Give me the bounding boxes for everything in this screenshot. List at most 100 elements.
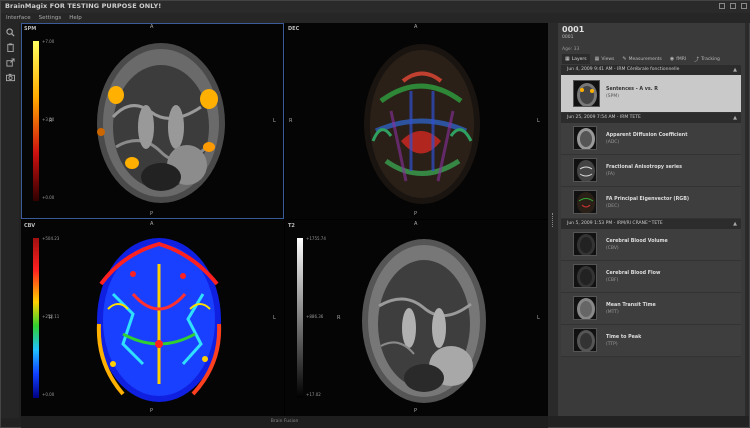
layer-abbr: (MTT) [606, 310, 619, 315]
orientation-right: L [273, 315, 276, 321]
zoom-icon[interactable] [4, 26, 16, 38]
color-scale-bar [33, 41, 39, 201]
session-header[interactable]: Jun 25, 2009 7:54 AM - IRM TETE ▲ [561, 113, 741, 123]
color-scale: +504.23 +252.11 +0.00 [33, 236, 59, 398]
layers-panel: 0001 0001 Age: 33 ▦ Layers ▦ Views ✎ Mea… [558, 23, 745, 416]
orientation-top: A [150, 24, 154, 30]
app-title: BrainMagix FOR TESTING PURPOSE ONLY! [5, 2, 162, 10]
session-label: Jun 5, 2009 1:53 PM - IRM/RI CRANE^TETE [567, 221, 663, 226]
layer-row[interactable]: Sentences - A vs. R (SPM) [561, 75, 741, 113]
menu-bar: Interface Settings Help [1, 13, 750, 23]
layer-abbr: (TTP) [606, 342, 618, 347]
orientation-right: L [537, 315, 540, 321]
panel-tabs: ▦ Layers ▦ Views ✎ Measurements ◉ fMRI ⤴… [562, 54, 742, 64]
layer-row[interactable]: Cerebral Blood Volume (CBV) [561, 229, 741, 261]
layer-abbr: (DEC) [606, 204, 619, 209]
tab-fmri[interactable]: ◉ fMRI [667, 54, 689, 64]
layer-thumbnail [573, 328, 597, 352]
session-header[interactable]: Jun 4, 2009 9:41 AM - IRM Cérébrale fonc… [561, 65, 741, 75]
tab-tracking[interactable]: ⤴ Tracking [691, 54, 723, 64]
tab-views[interactable]: ▦ Views [592, 54, 618, 64]
viewport-dec[interactable]: DEC A P R L [285, 23, 548, 219]
layer-thumbnail [573, 232, 597, 256]
layer-thumbnail [573, 126, 597, 150]
orientation-left: R [49, 118, 53, 124]
camera-icon[interactable] [4, 71, 16, 83]
tab-label: fMRI [676, 56, 687, 62]
session-label: Jun 4, 2009 9:41 AM - IRM Cérébrale fonc… [567, 67, 680, 72]
status-bar: Brain Fusion [21, 416, 548, 428]
patient-age: Age: 33 [562, 47, 580, 52]
patient-sub: 0001 [562, 35, 574, 40]
splitter-grip[interactable] [552, 213, 554, 227]
orientation-right: L [537, 118, 540, 124]
scale-max: +504.23 [42, 236, 60, 241]
color-scale-bar [297, 238, 303, 398]
tab-label: Tracking [701, 56, 720, 62]
layer-name: Cerebral Blood Flow [606, 271, 661, 276]
clipboard-icon[interactable] [4, 41, 16, 53]
scale-min: +0.00 [42, 392, 55, 397]
tab-measurements[interactable]: ✎ Measurements [619, 54, 664, 64]
orientation-bottom: P [150, 211, 154, 217]
layer-row[interactable]: Cerebral Blood Flow (CBF) [561, 261, 741, 293]
measure-icon: ✎ [622, 56, 627, 62]
export-icon[interactable] [4, 56, 16, 68]
tracking-icon: ⤴ [694, 56, 700, 63]
orientation-top: A [150, 221, 154, 227]
layer-abbr: (ADC) [606, 140, 620, 145]
scale-max: +1755.74 [306, 236, 326, 241]
chevron-up-icon: ▲ [733, 221, 737, 227]
layer-name: Cerebral Blood Volume [606, 239, 668, 244]
scale-min: +17.02 [306, 392, 321, 397]
viewport-label: T2 [288, 223, 295, 229]
tab-layers[interactable]: ▦ Layers [562, 54, 590, 64]
layer-row[interactable]: Mean Transit Time (MTT) [561, 293, 741, 325]
orientation-bottom: P [414, 408, 418, 414]
app-window: BrainMagix FOR TESTING PURPOSE ONLY! Int… [0, 0, 750, 428]
layer-row[interactable]: Time to Peak (TTP) [561, 325, 741, 357]
patient-id: 0001 [562, 25, 585, 34]
close-button[interactable] [741, 3, 747, 9]
layers-icon: ▦ [565, 56, 570, 62]
window-controls [719, 3, 747, 9]
views-icon: ▦ [594, 56, 600, 62]
window-edge [745, 23, 749, 416]
brain-image-cbv [96, 238, 222, 402]
menu-interface[interactable]: Interface [6, 13, 31, 23]
layer-row[interactable]: Apparent Diffusion Coefficient (ADC) [561, 123, 741, 155]
color-scale: +1755.74 +886.36 +17.02 [297, 236, 326, 398]
minimize-button[interactable] [719, 3, 725, 9]
orientation-right: L [273, 118, 276, 124]
layer-list: Jun 4, 2009 9:41 AM - IRM Cérébrale fonc… [561, 65, 741, 357]
menu-help[interactable]: Help [69, 13, 82, 23]
layer-row[interactable]: Fractional Anisotropy series (FA) [561, 155, 741, 187]
layer-name: Fractional Anisotropy series [606, 165, 682, 170]
layer-thumbnail [573, 158, 597, 182]
image-viewer[interactable]: SPM +7.00 +3.50 +0.00 A P R L DEC A P R … [21, 23, 548, 416]
layer-name: Apparent Diffusion Coefficient [606, 133, 688, 138]
orientation-left: R [49, 315, 53, 321]
layer-row[interactable]: FA Principal Eigenvector (RGB) (DEC) [561, 187, 741, 219]
chevron-up-icon: ▲ [733, 115, 737, 121]
color-scale-bar [33, 238, 39, 398]
brain-image-dec [364, 44, 480, 204]
orientation-top: A [414, 221, 418, 227]
layer-name: Mean Transit Time [606, 303, 656, 308]
tool-column [1, 23, 19, 418]
layer-thumbnail [573, 190, 597, 214]
viewport-spm[interactable]: SPM +7.00 +3.50 +0.00 A P R L [21, 23, 284, 219]
scale-min: +0.00 [42, 195, 55, 200]
viewport-label: DEC [288, 26, 300, 32]
brain-image-t2 [362, 239, 486, 403]
session-header[interactable]: Jun 5, 2009 1:53 PM - IRM/RI CRANE^TETE … [561, 219, 741, 229]
session-label: Jun 25, 2009 7:54 AM - IRM TETE [567, 115, 641, 120]
menu-settings[interactable]: Settings [39, 13, 62, 23]
layer-abbr: (CBF) [606, 278, 619, 283]
orientation-left: R [289, 118, 293, 124]
scale-max: +7.00 [42, 39, 55, 44]
viewport-t2[interactable]: T2 +1755.74 +886.36 +17.02 A P R L [285, 220, 548, 416]
maximize-button[interactable] [730, 3, 736, 9]
viewport-cbv[interactable]: CBV +504.23 +252.11 +0.00 A P R L [21, 220, 284, 416]
panel-splitter[interactable] [548, 23, 558, 416]
